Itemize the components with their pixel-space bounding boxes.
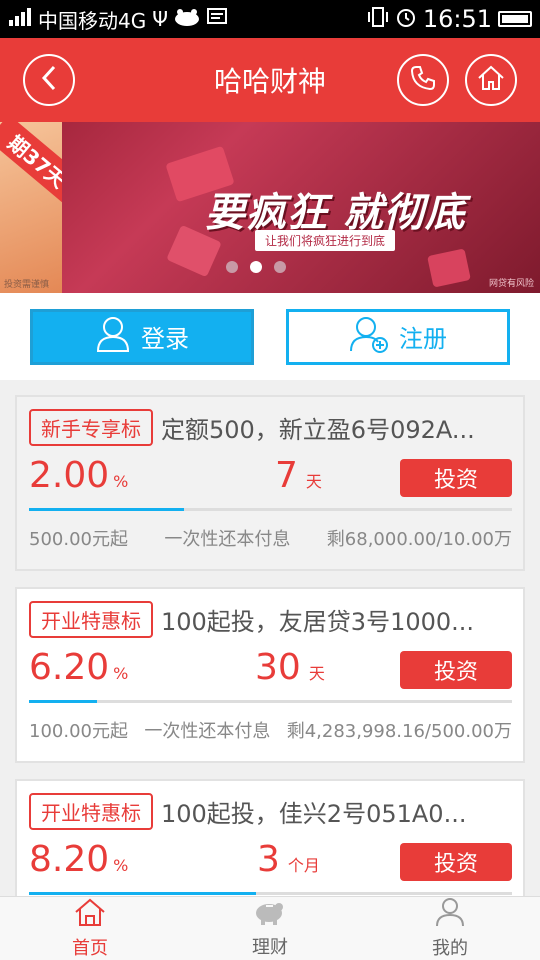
tab-mine-label: 我的 [432, 938, 468, 959]
app-header: 哈哈财神 [0, 38, 540, 122]
annual-rate: 6.20% [29, 647, 128, 688]
promo-banner[interactable]: 期37天 投资需谨慎 要疯狂 就彻底 让我们将疯狂进行到底 网贷有风险 [0, 122, 540, 293]
tab-finance-label: 理财 [252, 937, 288, 958]
term-unit: 个月 [287, 856, 320, 875]
product-tag: 开业特惠标 [29, 793, 153, 830]
repay-method: 一次性还本付息 [144, 721, 271, 742]
carrier-label: 中国移动4G [38, 8, 147, 33]
phone-button[interactable] [397, 54, 449, 106]
product-title: 定额500，新立盈6号092A... [161, 416, 475, 444]
term-unit: 天 [305, 472, 322, 491]
status-bar: 中国移动4G Ψ 16:51 [0, 0, 540, 38]
banner-subtitle: 让我们将疯狂进行到底 [255, 230, 396, 251]
home-icon [476, 64, 506, 96]
product-tag: 开业特惠标 [29, 601, 153, 638]
product-title-row: 开业特惠标 100起投，佳兴2号051A0... [29, 793, 519, 830]
loan-term: 7天 [275, 455, 322, 496]
alarm-icon [395, 6, 417, 33]
progress-fill [29, 892, 256, 895]
product-title: 100起投，友居贷3号1000... [161, 608, 475, 636]
progress-fill [29, 700, 97, 703]
rate-unit: % [113, 856, 129, 875]
home-icon [73, 897, 107, 932]
status-left: 中国移动4G Ψ [8, 5, 228, 34]
battery-icon [498, 11, 532, 27]
back-button[interactable] [23, 54, 75, 106]
user-icon [95, 315, 131, 359]
bottom-tab-bar: 首页 理财 我的 [0, 896, 540, 960]
phone-icon [409, 64, 437, 96]
page-title: 哈哈财神 [213, 65, 326, 98]
clock-time: 16:51 [422, 5, 492, 33]
user-icon [434, 897, 466, 932]
annual-rate: 2.00% [29, 455, 128, 496]
signal-icon [8, 7, 32, 32]
product-tag: 新手专享标 [29, 409, 153, 446]
banner-risk-note: 网贷有风险 [488, 279, 534, 289]
vibrate-icon [367, 6, 389, 33]
status-right: 16:51 [367, 5, 532, 33]
banner-prev-note: 投资需谨慎 [4, 280, 50, 290]
loan-term: 3 个月 [257, 839, 320, 880]
term-value: 7 [275, 455, 298, 496]
login-button[interactable]: 登录 [30, 308, 254, 365]
loan-term: 30 天 [255, 647, 325, 688]
progress-fill [29, 508, 184, 511]
min-amount: 100.00元起 [29, 721, 128, 742]
product-footer: 500.00元起 一次性还本付息 剩68,000.00/10.00万 [29, 525, 512, 551]
banner-dot-active[interactable] [250, 261, 262, 273]
usb-icon: Ψ [152, 7, 168, 31]
register-button[interactable]: 注册 [286, 308, 510, 365]
tab-home-label: 首页 [72, 938, 108, 959]
banner-shard [427, 248, 471, 288]
banner-pagination [226, 261, 286, 273]
annual-rate: 8.20% [29, 839, 128, 880]
tab-mine[interactable]: 我的 [390, 897, 510, 960]
banner-prev-slide: 期37天 投资需谨慎 [0, 122, 62, 293]
term-value: 3 [257, 839, 280, 880]
banner-prev-text: 期37天 [0, 122, 62, 207]
remaining-amount: 剩4,283,998.16/500.00万 [286, 721, 512, 742]
repay-method: 一次性还本付息 [164, 529, 291, 550]
product-card[interactable]: 新手专享标 定额500，新立盈6号092A... 2.00% 7天 投资 500… [15, 395, 525, 571]
invest-button[interactable]: 投资 [400, 651, 512, 689]
chevron-left-icon [39, 64, 59, 96]
rate-value: 8.20 [29, 839, 110, 880]
message-icon [206, 7, 228, 32]
rate-value: 6.20 [29, 647, 110, 688]
banner-dot[interactable] [226, 261, 238, 273]
add-user-icon [349, 315, 389, 359]
progress-bar [29, 892, 512, 895]
rate-unit: % [113, 664, 129, 683]
tab-finance[interactable]: 理财 [210, 898, 330, 959]
register-label: 注册 [399, 325, 447, 353]
progress-bar [29, 700, 512, 703]
product-title: 100起投，佳兴2号051A0... [161, 800, 467, 828]
notification-icon [174, 7, 200, 31]
remaining-amount: 剩68,000.00/10.00万 [326, 529, 512, 550]
product-footer: 100.00元起 一次性还本付息 剩4,283,998.16/500.00万 [29, 717, 512, 743]
auth-section: 登录 注册 [0, 293, 540, 380]
piggy-bank-icon [252, 898, 288, 931]
banner-dot[interactable] [274, 261, 286, 273]
progress-bar [29, 508, 512, 511]
invest-button[interactable]: 投资 [400, 459, 512, 497]
tab-home[interactable]: 首页 [30, 897, 150, 960]
product-card[interactable]: 开业特惠标 100起投，友居贷3号1000... 6.20% 30 天 投资 10… [15, 587, 525, 763]
rate-unit: % [113, 472, 129, 491]
home-button[interactable] [465, 54, 517, 106]
product-title-row: 新手专享标 定额500，新立盈6号092A... [29, 409, 519, 446]
term-value: 30 [255, 647, 301, 688]
invest-button[interactable]: 投资 [400, 843, 512, 881]
rate-value: 2.00 [29, 455, 110, 496]
min-amount: 500.00元起 [29, 529, 128, 550]
login-label: 登录 [141, 325, 189, 353]
term-unit: 天 [308, 664, 325, 683]
product-title-row: 开业特惠标 100起投，友居贷3号1000... [29, 601, 519, 638]
